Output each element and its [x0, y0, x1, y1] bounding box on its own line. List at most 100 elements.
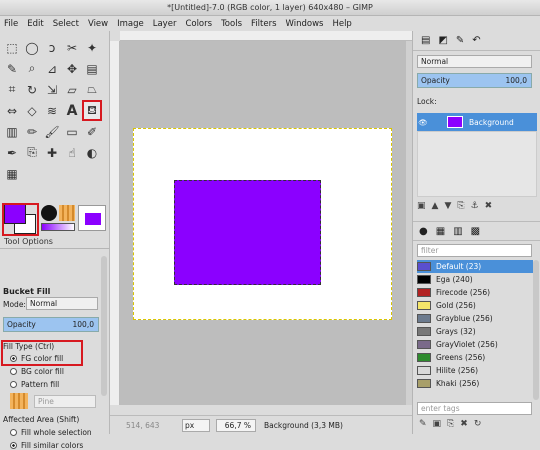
bucket-fill-icon[interactable]: ⛾: [82, 100, 102, 121]
menu-edit[interactable]: Edit: [27, 19, 43, 29]
flip-icon[interactable]: ⇔: [2, 100, 22, 121]
menu-filters[interactable]: Filters: [251, 19, 276, 29]
mode-select[interactable]: Normal: [26, 297, 98, 310]
align-icon[interactable]: ▤: [82, 58, 102, 79]
color-picker-icon[interactable]: ✎: [2, 58, 22, 79]
paths-tab-icon[interactable]: ✎: [456, 35, 464, 46]
menu-image[interactable]: Image: [117, 19, 144, 29]
palette-item[interactable]: Greens (256): [417, 351, 533, 364]
patterns-tab-icon[interactable]: ▦: [436, 226, 445, 237]
clone-icon[interactable]: ⎘: [22, 142, 42, 163]
brushes-tab-icon[interactable]: ●: [419, 226, 428, 237]
smudge-icon[interactable]: ☝: [62, 142, 82, 163]
scale-icon[interactable]: ⇲: [42, 79, 62, 100]
unit-select[interactable]: px: [182, 418, 210, 432]
pencil-icon[interactable]: ✏: [22, 121, 42, 142]
menu-view[interactable]: View: [88, 19, 108, 29]
warp-icon[interactable]: ≋: [42, 100, 62, 121]
palette-item[interactable]: Hilite (256): [417, 364, 533, 377]
delete-layer-icon[interactable]: ✖: [485, 201, 493, 211]
rotate-icon[interactable]: ↻: [22, 79, 42, 100]
palette-item[interactable]: Grays (32): [417, 325, 533, 338]
layers-list-empty: [417, 131, 537, 197]
layers-tab-icon[interactable]: ▤: [421, 35, 430, 46]
color-tool-icon[interactable]: ▦: [2, 163, 22, 184]
palette-item[interactable]: Firecode (256): [417, 286, 533, 299]
duplicate-palette-icon[interactable]: ⎘: [447, 419, 454, 429]
menu-tools[interactable]: Tools: [221, 19, 242, 29]
palette-item[interactable]: GrayViolet (256): [417, 338, 533, 351]
palettes-tab-icon[interactable]: ▩: [471, 226, 480, 237]
delete-palette-icon[interactable]: ✖: [460, 419, 468, 429]
pattern-preview[interactable]: [59, 205, 75, 221]
cage-icon[interactable]: ◇: [22, 100, 42, 121]
measure-icon[interactable]: ⊿: [42, 58, 62, 79]
blend-icon[interactable]: ▥: [2, 121, 22, 142]
layer-row-background[interactable]: 👁 Background: [417, 113, 537, 131]
lower-layer-icon[interactable]: ▼: [444, 201, 451, 211]
text-icon[interactable]: A: [62, 100, 82, 121]
new-palette-icon[interactable]: ▣: [433, 419, 442, 429]
raise-layer-icon[interactable]: ▲: [432, 201, 439, 211]
paths-icon[interactable]: ✦: [82, 37, 102, 58]
perspective-icon[interactable]: ⏢: [82, 79, 102, 100]
crop-icon[interactable]: ⌗: [2, 79, 22, 100]
palette-scrollbar[interactable]: [533, 260, 539, 400]
free-select-icon[interactable]: ⬚: [2, 37, 22, 58]
palette-item[interactable]: Grayblue (256): [417, 312, 533, 325]
pattern-swatch[interactable]: [10, 393, 28, 409]
visibility-eye-icon[interactable]: 👁: [417, 118, 429, 127]
palette-filter-input[interactable]: filter: [417, 244, 532, 257]
eraser-icon[interactable]: ▭: [62, 121, 82, 142]
menu-colors[interactable]: Colors: [185, 19, 212, 29]
menu-help[interactable]: Help: [332, 19, 351, 29]
menu-file[interactable]: File: [4, 19, 18, 29]
vertical-ruler[interactable]: [110, 41, 120, 405]
tool-options-scrollbar[interactable]: [101, 256, 107, 396]
pattern-name-field[interactable]: Pine: [34, 395, 96, 408]
menu-select[interactable]: Select: [53, 19, 79, 29]
active-image-preview[interactable]: [78, 205, 106, 231]
fill-whole-selection-radio[interactable]: Fill whole selection: [10, 428, 92, 437]
channels-tab-icon[interactable]: ◩: [438, 35, 447, 46]
gradients-tab-icon[interactable]: ▥: [453, 226, 462, 237]
fg-color-fill-radio[interactable]: FG color fill: [10, 354, 63, 363]
paintbrush-icon[interactable]: 🖌: [42, 121, 62, 142]
anchor-layer-icon[interactable]: ⚓: [471, 201, 479, 211]
zoom-icon[interactable]: ⌕: [22, 58, 42, 79]
shear-icon[interactable]: ▱: [62, 79, 82, 100]
scissors-icon[interactable]: ✂: [62, 37, 82, 58]
horizontal-ruler[interactable]: [120, 31, 412, 41]
edit-palette-icon[interactable]: ✎: [419, 419, 427, 429]
fuzzy-select-icon[interactable]: ◯: [22, 37, 42, 58]
palette-item[interactable]: Ega (240): [417, 273, 533, 286]
bg-color-fill-radio[interactable]: BG color fill: [10, 367, 64, 376]
airbrush-icon[interactable]: ✐: [82, 121, 102, 142]
duplicate-layer-icon[interactable]: ⎘: [457, 201, 464, 211]
layers-dock-tabs: ▤ ◩ ✎ ↶: [413, 31, 540, 51]
lasso-icon[interactable]: ↄ: [42, 37, 62, 58]
palette-item[interactable]: Gold (256): [417, 299, 533, 312]
gradient-preview[interactable]: [41, 223, 75, 231]
brush-preview[interactable]: [41, 205, 57, 221]
ink-icon[interactable]: ✒: [2, 142, 22, 163]
refresh-palette-icon[interactable]: ↻: [474, 419, 482, 429]
palette-item[interactable]: Khaki (256): [417, 377, 533, 390]
zoom-select[interactable]: 66,7 %: [216, 418, 256, 432]
layer-opacity-slider[interactable]: Opacity 100,0: [417, 73, 532, 88]
layer-mode-select[interactable]: Normal: [417, 55, 532, 68]
pattern-fill-radio[interactable]: Pattern fill: [10, 380, 59, 389]
palette-tag-input[interactable]: enter tags: [417, 402, 532, 415]
new-layer-icon[interactable]: ▣: [417, 201, 426, 211]
menu-layer[interactable]: Layer: [153, 19, 177, 29]
move-icon[interactable]: ✥: [62, 58, 82, 79]
undo-tab-icon[interactable]: ↶: [472, 35, 480, 46]
opacity-slider[interactable]: Opacity 100,0: [3, 317, 99, 332]
tool-options-tab[interactable]: Tool Options: [0, 235, 110, 249]
heal-icon[interactable]: ✚: [42, 142, 62, 163]
palette-item[interactable]: Default (23): [417, 260, 533, 273]
fill-similar-colors-radio[interactable]: Fill similar colors: [10, 441, 83, 450]
dodge-icon[interactable]: ◐: [82, 142, 102, 163]
menu-windows[interactable]: Windows: [286, 19, 324, 29]
purple-selection-fill[interactable]: [174, 180, 321, 285]
